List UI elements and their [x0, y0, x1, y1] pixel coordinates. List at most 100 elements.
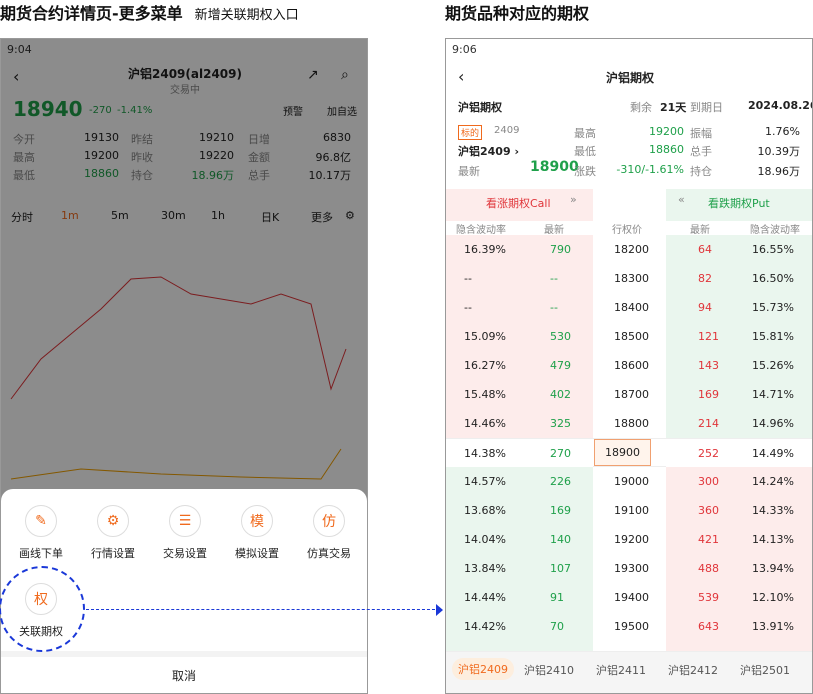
month-tabs: 沪铝2409 沪铝2410 沪铝2411 沪铝2412 沪铝2501	[446, 651, 812, 693]
put-last: 360	[698, 504, 719, 517]
month-tab-4[interactable]: 沪铝2501	[740, 662, 790, 678]
option-row[interactable]: 16.39% 790 18200 64 16.55%	[446, 235, 812, 264]
remaining-label: 剩余	[630, 101, 652, 114]
put-iv: 14.96%	[752, 417, 794, 430]
option-row[interactable]: 16.27% 479 18600 143 15.26%	[446, 351, 812, 380]
underlying-link[interactable]: 沪铝2409 ›	[458, 143, 519, 159]
option-row[interactable]: 14.57% 226 19000 300 14.24%	[446, 467, 812, 496]
menu-item-4[interactable]: 仿仿真交易	[296, 505, 362, 561]
menu-label-1: 行情设置	[91, 547, 135, 560]
menu-item-0[interactable]: ✎ 画线下单	[8, 505, 74, 561]
strike: 18600	[614, 359, 649, 372]
option-row[interactable]: 13.68% 169 19100 360 14.33%	[446, 496, 812, 525]
menu-label-2: 交易设置	[163, 547, 207, 560]
menu-icon-3: 模	[241, 505, 273, 537]
last-value: 18900	[530, 159, 579, 175]
expiry-label: 到期日	[690, 101, 723, 114]
menu-item-1[interactable]: ⚙ 行情设置	[80, 505, 146, 561]
month-tab-3[interactable]: 沪铝2412	[668, 662, 718, 678]
call-last: 91	[550, 591, 564, 604]
strike: 19100	[614, 504, 649, 517]
strike: 18700	[614, 388, 649, 401]
put-last: 643	[698, 620, 719, 633]
col-header-1: 最新	[544, 225, 564, 236]
month-tab-2[interactable]: 沪铝2411	[596, 662, 646, 678]
strike: 19400	[614, 591, 649, 604]
put-iv: 15.26%	[752, 359, 794, 372]
info-val-b1: 10.39万	[757, 145, 801, 158]
option-row[interactable]: -- -- 18300 82 16.50%	[446, 264, 812, 293]
put-last: 169	[698, 388, 719, 401]
call-iv: 14.04%	[464, 533, 506, 546]
put-last: 421	[698, 533, 719, 546]
call-iv: 14.46%	[464, 417, 506, 430]
call-last: --	[550, 301, 558, 314]
call-last: 530	[550, 330, 571, 343]
col-header-3: 最新	[690, 225, 710, 236]
month-tab-0[interactable]: 沪铝2409	[452, 658, 514, 680]
options-screen: 9:06 ‹ 沪铝期权 沪铝期权 剩余 21天 到期日 2024.08.26 标…	[445, 38, 813, 694]
menu-icon-4: 仿	[313, 505, 345, 537]
put-tab[interactable]: 看跌期权Put	[708, 195, 770, 211]
call-last: 402	[550, 388, 571, 401]
left-subtitle: 新增关联期权入口	[194, 8, 299, 23]
option-row[interactable]: 14.46% 325 18800 214 14.96%	[446, 409, 812, 438]
call-iv: 14.38%	[464, 447, 506, 460]
put-iv: 16.55%	[752, 243, 794, 256]
col-header-4: 隐含波动率	[750, 225, 800, 236]
put-iv: 14.33%	[752, 504, 794, 517]
menu-item-2[interactable]: ☰ 交易设置	[152, 505, 218, 561]
expand-put-icon[interactable]: «	[678, 193, 685, 206]
option-row[interactable]: 13.84% 107 19300 488 13.94%	[446, 554, 812, 583]
remaining-days: 21天	[660, 101, 687, 114]
call-iv: 13.84%	[464, 562, 506, 575]
month-tab-1[interactable]: 沪铝2410	[524, 662, 574, 678]
strike: 18200	[614, 243, 649, 256]
info-label-b2: 持仓	[690, 165, 712, 178]
underlying-code: 2409	[494, 125, 520, 136]
call-iv: 14.42%	[464, 620, 506, 633]
call-iv: 16.39%	[464, 243, 506, 256]
call-last: 140	[550, 533, 571, 546]
call-iv: 15.48%	[464, 388, 506, 401]
option-row[interactable]: 14.38% 270 18900 252 14.49%	[446, 438, 812, 468]
strike: 19300	[614, 562, 649, 575]
call-iv: 15.09%	[464, 330, 506, 343]
menu-label-0: 画线下单	[19, 547, 63, 560]
underlying-tag: 标的	[458, 125, 483, 140]
status-time-2: 9:06	[452, 43, 477, 56]
cancel-button[interactable]: 取消	[1, 651, 367, 693]
call-tab[interactable]: 看涨期权Call	[486, 195, 551, 211]
strike: 19000	[614, 475, 649, 488]
put-iv: 12.10%	[752, 591, 794, 604]
put-iv: 13.91%	[752, 620, 794, 633]
menu-label-4: 仿真交易	[307, 547, 351, 560]
put-last: 82	[698, 272, 712, 285]
put-last: 488	[698, 562, 719, 575]
option-row[interactable]: 14.44% 91 19400 539 12.10%	[446, 583, 812, 612]
call-last: 169	[550, 504, 571, 517]
call-last: 107	[550, 562, 571, 575]
call-iv: 14.44%	[464, 591, 506, 604]
put-iv: 14.71%	[752, 388, 794, 401]
menu-icon-1: ⚙	[97, 505, 129, 537]
strike: 18800	[614, 417, 649, 430]
expiry-date: 2024.08.26	[748, 99, 813, 112]
option-row[interactable]: 15.48% 402 18700 169 14.71%	[446, 380, 812, 409]
put-iv: 16.50%	[752, 272, 794, 285]
call-last: 790	[550, 243, 571, 256]
call-iv: --	[464, 272, 472, 285]
call-last: 270	[550, 447, 571, 460]
option-row[interactable]: -- -- 18400 94 15.73%	[446, 293, 812, 322]
right-title: 期货品种对应的期权	[445, 4, 590, 23]
menu-item-3[interactable]: 模模拟设置	[224, 505, 290, 561]
option-row[interactable]: 14.42% 70 19500 643 13.91%	[446, 612, 812, 641]
info-val-a2: -310/-1.61%	[616, 163, 684, 176]
option-row[interactable]: 15.09% 530 18500 121 15.81%	[446, 322, 812, 351]
call-iv: --	[464, 301, 472, 314]
call-iv: 13.68%	[464, 504, 506, 517]
strike: 18300	[614, 272, 649, 285]
option-row[interactable]: 14.04% 140 19200 421 14.13%	[446, 525, 812, 554]
expand-call-icon[interactable]: »	[570, 193, 577, 206]
strike: 19500	[614, 620, 649, 633]
